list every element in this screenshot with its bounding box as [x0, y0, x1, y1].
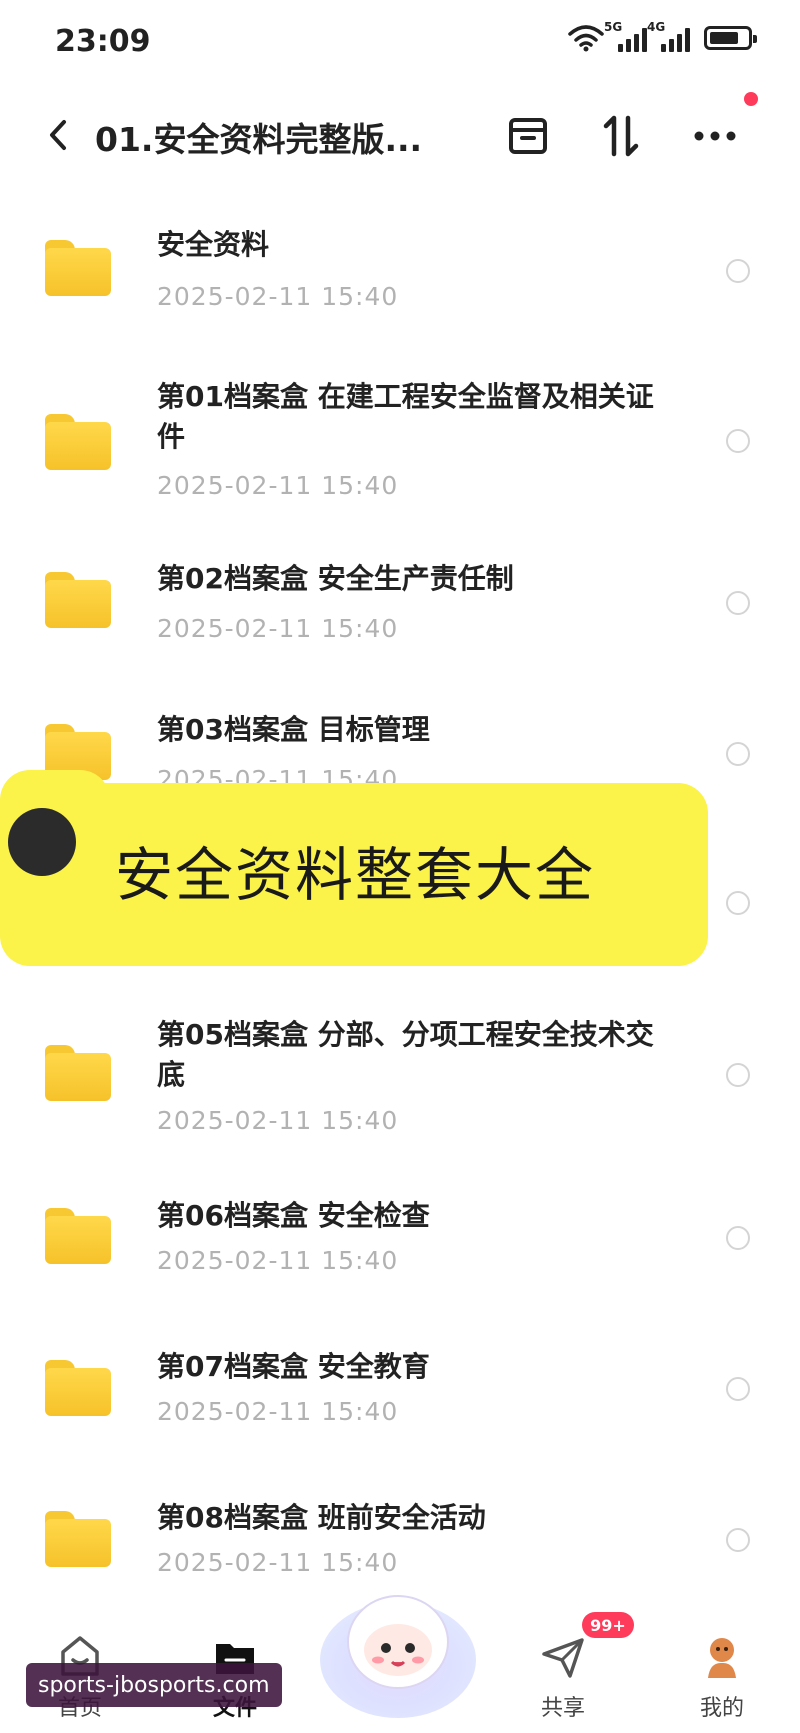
file-date: 2025-02-11 15:40	[157, 471, 399, 500]
nav-label: 我的	[699, 1696, 744, 1721]
banner-text: 安全资料整套大全	[115, 841, 596, 909]
select-radio[interactable]	[726, 1063, 750, 1087]
list-item[interactable]: 第05档案盒 分部、分项工程安全技术交底 2025-02-11 15:40	[0, 1013, 800, 1163]
nav-profile[interactable]: 我的	[667, 1610, 777, 1733]
list-item[interactable]: 第07档案盒 安全教育 2025-02-11 15:40	[0, 1345, 800, 1465]
chevron-left-icon	[50, 120, 66, 150]
nav-label: 共享	[540, 1696, 585, 1721]
select-radio[interactable]	[726, 259, 750, 283]
file-date: 2025-02-11 15:40	[157, 614, 399, 643]
select-radio[interactable]	[726, 1528, 750, 1552]
select-radio[interactable]	[726, 1226, 750, 1250]
select-radio[interactable]	[726, 742, 750, 766]
folder-title: 01.安全资料完整版...	[95, 120, 423, 159]
select-radio[interactable]	[726, 891, 750, 915]
file-name: 第07档案盒 安全教育	[157, 1350, 430, 1383]
file-name: 第02档案盒 安全生产责任制	[157, 562, 514, 595]
folder-icon	[45, 1045, 111, 1101]
battery-icon	[704, 26, 757, 50]
select-radio[interactable]	[726, 591, 750, 615]
file-name: 第01档案盒 在建工程安全监督及相关证件	[157, 380, 654, 453]
title-bar: 01.安全资料完整版...	[0, 95, 800, 175]
folder-icon	[45, 1511, 111, 1567]
wifi-icon	[568, 25, 604, 52]
list-item[interactable]: 安全资料 2025-02-11 15:40	[0, 218, 800, 338]
watermark-label: sports-jbosports.com	[26, 1663, 282, 1707]
status-bar: 23:09 5G 4G	[0, 0, 800, 90]
list-item[interactable]: 第01档案盒 在建工程安全监督及相关证件 2025-02-11 15:40	[0, 370, 800, 520]
folder-icon	[45, 1360, 111, 1416]
file-date: 2025-02-11 15:40	[157, 1397, 399, 1426]
mascot-icon[interactable]	[318, 1570, 478, 1720]
file-date: 2025-02-11 15:40	[157, 1106, 399, 1135]
signal-5g-icon: 5G	[604, 20, 647, 52]
file-browser-screen: 23:09 5G 4G 01.安全资料完整版... 安全资料 2025-02-1…	[0, 0, 800, 1733]
sort-button[interactable]	[598, 113, 644, 159]
avatar-icon	[708, 1638, 736, 1678]
file-date: 2025-02-11 15:40	[157, 1246, 399, 1275]
banner-bullet-icon	[8, 808, 76, 876]
file-name: 第06档案盒 安全检查	[157, 1199, 430, 1232]
file-name: 第08档案盒 班前安全活动	[157, 1501, 486, 1534]
archive-button[interactable]	[505, 113, 551, 159]
share-badge: 99+	[582, 1612, 634, 1638]
back-button[interactable]	[38, 113, 78, 157]
file-name: 第05档案盒 分部、分项工程安全技术交底	[157, 1018, 654, 1091]
file-name: 第03档案盒 目标管理	[157, 713, 430, 746]
folder-icon	[45, 1208, 111, 1264]
sort-icon	[603, 115, 639, 157]
folder-icon	[45, 572, 111, 628]
more-dots-icon	[694, 131, 736, 141]
file-name: 安全资料	[157, 228, 270, 261]
more-button[interactable]	[692, 113, 738, 159]
select-radio[interactable]	[726, 1377, 750, 1401]
archive-icon	[509, 118, 547, 154]
status-time: 23:09	[55, 24, 151, 59]
notification-dot	[744, 92, 758, 106]
folder-icon	[45, 240, 111, 296]
file-date: 2025-02-11 15:40	[157, 282, 399, 311]
select-radio[interactable]	[726, 429, 750, 453]
signal-4g-icon: 4G	[647, 20, 690, 52]
folder-icon	[45, 414, 111, 470]
list-item[interactable]: 第02档案盒 安全生产责任制 2025-02-11 15:40	[0, 557, 800, 677]
paper-plane-icon	[542, 1638, 584, 1678]
list-item[interactable]: 第06档案盒 安全检查 2025-02-11 15:40	[0, 1194, 800, 1314]
status-icons: 5G 4G	[568, 20, 757, 52]
